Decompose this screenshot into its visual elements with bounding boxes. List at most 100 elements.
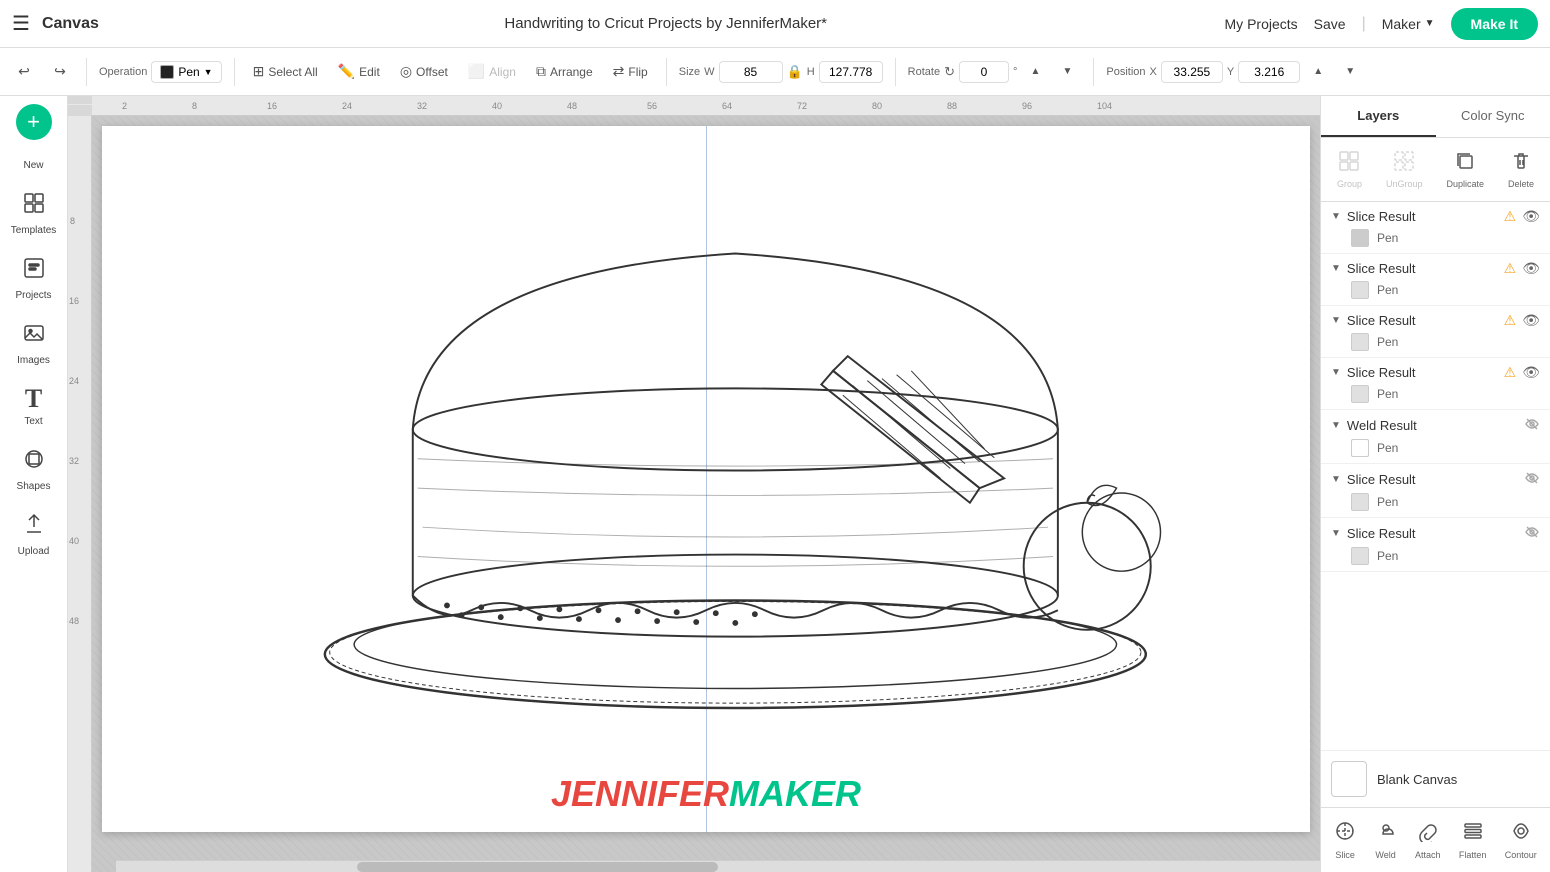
eye-hidden-icon[interactable]: [1524, 416, 1540, 435]
canvas-scrollbar[interactable]: [116, 860, 1320, 872]
tab-color-sync[interactable]: Color Sync: [1436, 96, 1550, 137]
templates-label: Templates: [11, 225, 57, 236]
layer-color[interactable]: [1351, 493, 1369, 511]
layer-header: ▼ Slice Result ⚠ 👁: [1331, 364, 1540, 381]
operation-dropdown[interactable]: Pen ▼: [151, 61, 221, 83]
eye-hidden-icon[interactable]: [1524, 524, 1540, 543]
sidebar-item-text[interactable]: T Text: [4, 378, 64, 435]
layer-title: Slice Result: [1347, 313, 1498, 328]
rotate-down-button[interactable]: ▼: [1053, 58, 1081, 86]
topbar: ☰ Canvas Handwriting to Cricut Projects …: [0, 0, 1550, 48]
layer-color[interactable]: [1351, 281, 1369, 299]
layer-icons: [1524, 416, 1540, 435]
flatten-button[interactable]: Flatten: [1453, 816, 1493, 864]
redo-button[interactable]: ↪: [46, 58, 74, 86]
layer-color[interactable]: [1351, 547, 1369, 565]
layer-title: Slice Result: [1347, 261, 1498, 276]
y-up-button[interactable]: ▲: [1304, 58, 1332, 86]
rotate-up-button[interactable]: ▲: [1021, 58, 1049, 86]
my-projects-button[interactable]: My Projects: [1225, 16, 1298, 32]
sidebar-item-upload[interactable]: Upload: [4, 504, 64, 565]
width-input[interactable]: [719, 61, 783, 83]
duplicate-button[interactable]: Duplicate: [1440, 146, 1490, 193]
layer-chevron[interactable]: ▼: [1331, 474, 1341, 485]
sidebar-item-projects[interactable]: Projects: [4, 248, 64, 309]
eye-hidden-icon[interactable]: [1524, 470, 1540, 489]
layer-color[interactable]: [1351, 333, 1369, 351]
ruler-top: 2 8 16 24 32 40 48 56 64 72 80 88 96 104: [92, 96, 1320, 116]
sidebar-item-new[interactable]: New: [4, 152, 64, 179]
ungroup-label: UnGroup: [1386, 179, 1423, 189]
eye-icon[interactable]: 👁: [1522, 260, 1540, 277]
right-tabs: Layers Color Sync: [1321, 96, 1550, 138]
sidebar-item-images[interactable]: Images: [4, 313, 64, 374]
ungroup-button[interactable]: UnGroup: [1380, 146, 1429, 193]
contour-button[interactable]: Contour: [1499, 816, 1543, 864]
eye-icon[interactable]: 👁: [1522, 208, 1540, 225]
shapes-icon: [22, 447, 46, 477]
layer-sub: Pen: [1331, 333, 1540, 351]
hamburger-icon[interactable]: ☰: [12, 11, 30, 36]
eye-icon[interactable]: 👁: [1522, 312, 1540, 329]
layer-chevron[interactable]: ▼: [1331, 528, 1341, 539]
layer-icons: [1524, 524, 1540, 543]
layer-chevron[interactable]: ▼: [1331, 420, 1341, 431]
sidebar-item-templates[interactable]: Templates: [4, 183, 64, 244]
maker-selector[interactable]: Maker ▼: [1382, 16, 1435, 32]
arrange-button[interactable]: ⧉ Arrange: [530, 59, 599, 84]
layer-sub: Pen: [1331, 493, 1540, 511]
make-it-button[interactable]: Make It: [1451, 8, 1538, 40]
delete-button[interactable]: Delete: [1502, 146, 1540, 193]
right-panel: Layers Color Sync Group: [1320, 96, 1550, 872]
group-button[interactable]: Group: [1331, 146, 1368, 193]
height-input[interactable]: [819, 61, 883, 83]
layer-chevron[interactable]: ▼: [1331, 263, 1341, 274]
layer-color[interactable]: [1351, 385, 1369, 403]
attach-icon: [1417, 820, 1439, 848]
layer-chevron[interactable]: ▼: [1331, 367, 1341, 378]
tab-layers[interactable]: Layers: [1321, 96, 1436, 137]
x-input[interactable]: [1161, 61, 1223, 83]
ungroup-icon: [1393, 150, 1415, 177]
images-label: Images: [17, 355, 50, 366]
operation-label: Operation: [99, 66, 147, 78]
select-all-button[interactable]: ⊞ Select All: [247, 59, 324, 84]
layer-color[interactable]: [1351, 439, 1369, 457]
eye-icon[interactable]: 👁: [1522, 364, 1540, 381]
topbar-right: My Projects Save | Maker ▼ Make It: [1225, 8, 1538, 40]
canvas-area[interactable]: 2 8 16 24 32 40 48 56 64 72 80 88 96 104…: [68, 96, 1320, 872]
canvas-page: JENNIFER MAKER: [102, 126, 1310, 832]
layer-title: Slice Result: [1347, 526, 1518, 541]
shapes-label: Shapes: [17, 481, 51, 492]
save-button[interactable]: Save: [1314, 16, 1346, 32]
weld-button[interactable]: Weld: [1369, 816, 1403, 864]
layer-icons: ⚠ 👁: [1504, 364, 1540, 381]
offset-button[interactable]: ◎ Offset: [394, 59, 454, 84]
w-label: W: [704, 66, 714, 78]
attach-button[interactable]: Attach: [1409, 816, 1447, 864]
layer-sub: Pen: [1331, 439, 1540, 457]
images-icon: [22, 321, 46, 351]
edit-button[interactable]: ✏️ Edit: [332, 59, 386, 84]
new-button[interactable]: +: [16, 104, 52, 140]
h-label: H: [807, 66, 815, 78]
warning-icon: ⚠: [1504, 364, 1517, 381]
align-button[interactable]: ⬜ Align: [462, 59, 522, 84]
divider: |: [1362, 15, 1366, 33]
y-input[interactable]: [1238, 61, 1300, 83]
layer-chevron[interactable]: ▼: [1331, 315, 1341, 326]
toolbar: ↩ ↪ Operation Pen ▼ ⊞ Select All ✏️ Edit…: [0, 48, 1550, 96]
delete-label: Delete: [1508, 179, 1534, 189]
blank-canvas-color[interactable]: [1331, 761, 1367, 797]
layer-chevron[interactable]: ▼: [1331, 211, 1341, 222]
rotate-input[interactable]: [959, 61, 1009, 83]
attach-label: Attach: [1415, 850, 1441, 860]
sidebar-item-shapes[interactable]: Shapes: [4, 439, 64, 500]
flip-button[interactable]: ⇄ Flip: [607, 59, 654, 84]
slice-button[interactable]: Slice: [1328, 816, 1362, 864]
lock-icon[interactable]: 🔒: [787, 64, 803, 80]
undo-button[interactable]: ↩: [10, 58, 38, 86]
layer-type: Pen: [1377, 231, 1398, 245]
layer-color[interactable]: [1351, 229, 1369, 247]
y-down-button[interactable]: ▼: [1336, 58, 1364, 86]
